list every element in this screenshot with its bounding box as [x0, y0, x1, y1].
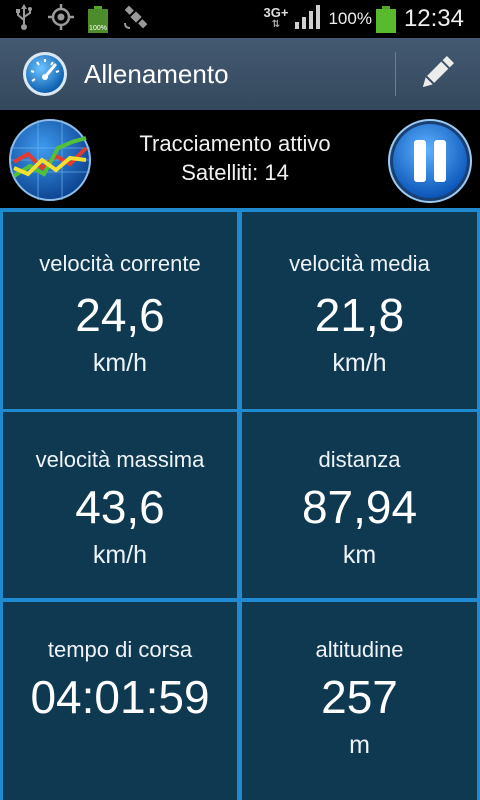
- network-label: 3G+: [263, 5, 289, 20]
- action-bar-divider: [395, 52, 396, 96]
- gps-target-icon: [48, 3, 74, 35]
- satellite-count: Satelliti: 14: [181, 160, 289, 185]
- stat-label: altitudine: [315, 637, 404, 662]
- stat-value: 257: [321, 671, 398, 723]
- stat-altitude[interactable]: altitudine 257 m: [242, 602, 477, 800]
- stat-label: velocità media: [289, 251, 430, 276]
- battery-icon: [375, 5, 396, 33]
- stat-ride-time[interactable]: tempo di corsa 04:01:59: [3, 602, 237, 800]
- page-title: Allenamento: [84, 58, 229, 89]
- stat-value: 04:01:59: [30, 671, 210, 723]
- stat-value: 87,94: [301, 481, 418, 533]
- usb-icon: [14, 3, 34, 35]
- battery-percent: 100%: [328, 9, 372, 28]
- stat-value: 43,6: [75, 481, 165, 533]
- stat-value: 24,6: [75, 289, 165, 341]
- pause-icon: [387, 119, 473, 208]
- tracking-status: Tracciamento attivo: [139, 131, 331, 156]
- stat-average-speed[interactable]: velocità media 21,8 km/h: [242, 212, 477, 409]
- stat-unit: km: [342, 541, 377, 569]
- satellite-icon: [122, 3, 150, 36]
- battery-small-label: 100%: [89, 24, 107, 32]
- stat-max-speed[interactable]: velocità massima 43,6 km/h: [3, 412, 237, 598]
- stat-value: 21,8: [314, 289, 405, 341]
- stat-distance[interactable]: distanza 87,94 km: [242, 412, 477, 598]
- speedometer-icon[interactable]: [22, 51, 68, 97]
- tracking-bar: Tracciamento attivo Satelliti: 14: [0, 110, 480, 208]
- chart-globe-button[interactable]: [8, 118, 92, 202]
- network-type: 3G+ ⇅: [263, 5, 289, 31]
- status-bar: 100% 3G+ ⇅ 100% 12:34: [0, 0, 480, 38]
- pencil-icon: [416, 52, 458, 99]
- clock: 12:34: [403, 5, 464, 32]
- stat-unit: km/h: [92, 541, 148, 569]
- stat-label: tempo di corsa: [47, 637, 193, 662]
- stat-label: velocità massima: [35, 447, 205, 472]
- stat-unit: km/h: [92, 349, 148, 377]
- stat-unit: m: [349, 731, 370, 759]
- pause-button[interactable]: [387, 118, 473, 204]
- action-bar: Allenamento: [0, 38, 480, 111]
- stat-unit: km/h: [332, 349, 387, 377]
- battery-small-icon: 100%: [88, 5, 108, 33]
- data-arrows-icon: ⇅: [271, 19, 281, 30]
- stat-label: velocità corrente: [39, 251, 201, 276]
- chart-globe-icon: [8, 119, 92, 206]
- edit-button[interactable]: [412, 50, 462, 100]
- stat-label: distanza: [318, 447, 401, 472]
- stats-grid: velocità corrente 24,6 km/h velocità med…: [0, 208, 480, 800]
- signal-icon: [294, 4, 322, 35]
- stat-current-speed[interactable]: velocità corrente 24,6 km/h: [3, 212, 237, 409]
